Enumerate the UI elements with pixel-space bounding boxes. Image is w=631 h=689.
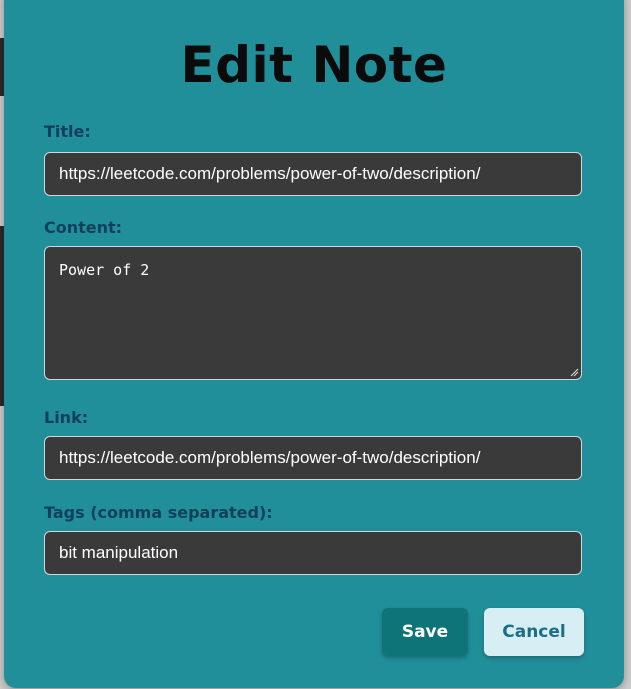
title-label: Title: [44, 122, 91, 141]
content-textarea[interactable]: Power of 2 [44, 246, 582, 380]
edit-note-modal: Edit Note Title: https://leetcode.com/pr… [4, 0, 624, 688]
content-label: Content: [44, 218, 123, 237]
link-input[interactable]: https://leetcode.com/problems/power-of-t… [44, 436, 582, 480]
modal-title: Edit Note [180, 36, 448, 94]
tags-label: Tags (comma separated): [44, 503, 273, 522]
link-label: Link: [44, 408, 89, 427]
save-button[interactable]: Save [382, 608, 468, 656]
resize-grip-icon[interactable] [569, 367, 579, 377]
tags-input[interactable]: bit manipulation [44, 531, 582, 575]
cancel-button[interactable]: Cancel [484, 608, 584, 656]
content-text: Power of 2 [59, 261, 150, 279]
title-input[interactable]: https://leetcode.com/problems/power-of-t… [44, 152, 582, 196]
